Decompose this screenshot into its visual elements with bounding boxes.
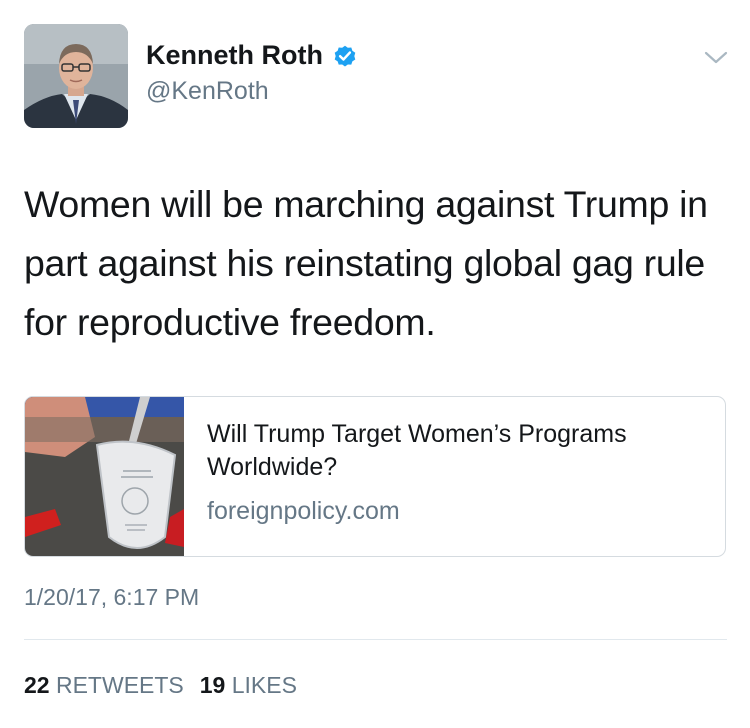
likes-label: LIKES xyxy=(231,672,297,698)
retweets-count: 22 xyxy=(24,672,50,698)
tweet-text: Women will be marching against Trump in … xyxy=(24,183,708,343)
link-card-domain: foreignpolicy.com xyxy=(207,497,400,525)
chevron-down-icon[interactable] xyxy=(703,50,729,66)
likes-stat[interactable]: 19 LIKES xyxy=(200,672,297,698)
author-name-row: Kenneth Roth xyxy=(146,40,358,71)
tweet-timestamp[interactable]: 1/20/17, 6:17 PM xyxy=(24,584,199,611)
link-card[interactable]: Will Trump Target Women’s Programs World… xyxy=(24,396,726,557)
avatar[interactable] xyxy=(24,24,128,128)
retweets-stat[interactable]: 22 RETWEETS xyxy=(24,672,184,698)
ceremonial-shovel-photo-icon xyxy=(25,397,184,556)
link-card-title: Will Trump Target Women’s Programs World… xyxy=(207,420,627,481)
likes-count: 19 xyxy=(199,672,226,698)
retweets-label: RETWEETS xyxy=(55,672,184,698)
author-name[interactable]: Kenneth Roth xyxy=(146,40,323,71)
author-handle[interactable]: @KenRoth xyxy=(146,77,269,106)
profile-photo-icon xyxy=(24,24,128,128)
divider xyxy=(24,639,727,640)
tweet-stats: 22 RETWEETS 19 LIKES xyxy=(24,672,297,699)
verified-badge-icon xyxy=(334,45,356,67)
